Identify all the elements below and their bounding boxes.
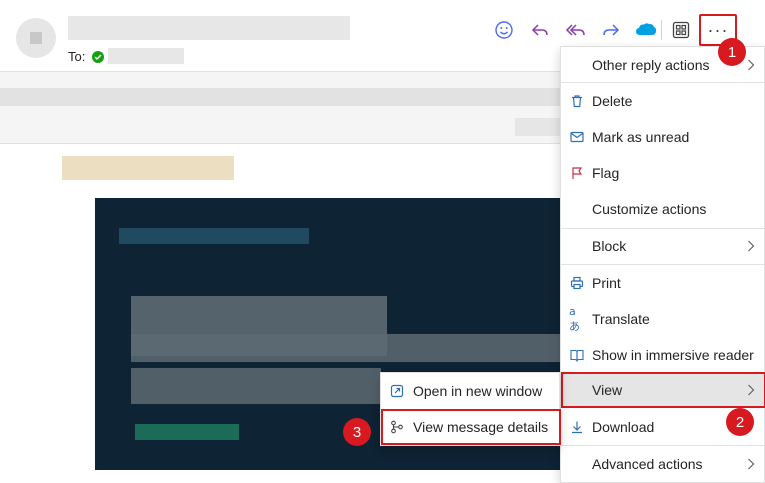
- presence-available-icon: [92, 51, 104, 63]
- menu-item-flag[interactable]: Flag: [561, 155, 765, 191]
- emoji-icon[interactable]: [492, 18, 516, 42]
- menu-item-label: Flag: [592, 165, 620, 181]
- menu-item-label: Delete: [592, 93, 633, 109]
- menu-item-translate[interactable]: aあ Translate: [561, 301, 765, 337]
- avatar[interactable]: [16, 18, 56, 58]
- menu-item-label: Customize actions: [592, 201, 707, 217]
- trash-icon: [569, 93, 585, 109]
- chevron-right-icon: [746, 382, 756, 398]
- envelope-icon: [569, 129, 585, 145]
- submenu-item-label: View message details: [413, 419, 549, 435]
- menu-item-label: Show in immersive reader: [592, 347, 754, 363]
- menu-item-label: Print: [592, 275, 621, 291]
- menu-item-block[interactable]: Block: [561, 228, 765, 264]
- toolbar-divider: [661, 20, 662, 40]
- download-icon: [569, 419, 585, 435]
- submenu-item-view-message-details[interactable]: View message details: [381, 409, 561, 445]
- chevron-right-icon: [746, 238, 756, 254]
- to-label: To:: [68, 49, 86, 64]
- chevron-right-icon: [746, 456, 756, 472]
- menu-item-customize-actions[interactable]: Customize actions: [561, 191, 765, 227]
- menu-item-label: Block: [592, 238, 627, 254]
- menu-item-immersive-reader[interactable]: Show in immersive reader: [561, 337, 765, 373]
- reply-all-icon[interactable]: [564, 18, 588, 42]
- menu-item-label: Mark as unread: [592, 129, 690, 145]
- subject-redacted-2: [515, 118, 560, 136]
- image-placeholder: [62, 156, 234, 180]
- forward-icon[interactable]: [599, 18, 623, 42]
- menu-item-label: Download: [592, 419, 655, 435]
- translate-icon: aあ: [569, 304, 580, 333]
- submenu-item-label: Open in new window: [413, 383, 543, 399]
- message-details-icon: [389, 419, 405, 435]
- banner-cta-redacted: [135, 424, 239, 440]
- step-badge-1: 1: [718, 38, 746, 66]
- recipient-redacted: [108, 48, 184, 64]
- salesforce-icon[interactable]: [634, 18, 658, 42]
- step-badge-2: 2: [726, 408, 754, 436]
- menu-item-mark-as-unread[interactable]: Mark as unread: [561, 119, 765, 155]
- sender-name-redacted: [68, 16, 350, 40]
- menu-item-label: Translate: [592, 311, 650, 327]
- apps-icon[interactable]: [669, 18, 693, 42]
- step-badge-3: 3: [343, 418, 371, 446]
- banner-text-redacted: [131, 368, 381, 404]
- menu-item-label: View: [592, 382, 623, 398]
- submenu-item-open-in-new-window[interactable]: Open in new window: [381, 373, 561, 409]
- menu-item-view[interactable]: View: [561, 372, 765, 408]
- open-window-icon: [389, 383, 405, 399]
- immersive-reader-icon: [569, 347, 585, 363]
- menu-item-print[interactable]: Print: [561, 265, 765, 301]
- menu-item-delete[interactable]: Delete: [561, 83, 765, 119]
- banner-heading-redacted: [119, 228, 309, 244]
- view-submenu: Open in new window View message details: [380, 372, 561, 446]
- printer-icon: [569, 275, 585, 291]
- subject-redacted: [0, 88, 560, 106]
- reply-icon[interactable]: [528, 18, 552, 42]
- flag-icon: [569, 165, 585, 181]
- banner-text-redacted: [131, 334, 560, 362]
- chevron-right-icon: [746, 57, 756, 73]
- menu-item-advanced-actions[interactable]: Advanced actions: [561, 446, 765, 482]
- menu-item-label: Other reply actions: [592, 57, 710, 73]
- menu-item-label: Advanced actions: [592, 456, 703, 472]
